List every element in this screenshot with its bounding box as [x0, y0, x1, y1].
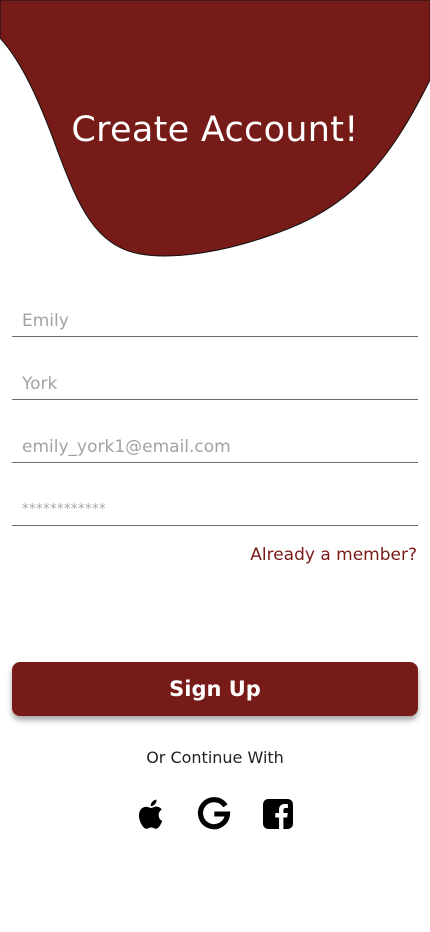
- email-field: [12, 431, 418, 463]
- password-field: [12, 494, 418, 526]
- first-name-field: [12, 305, 418, 337]
- facebook-login-button[interactable]: [260, 796, 296, 832]
- page-title: Create Account!: [71, 110, 359, 150]
- facebook-icon: [263, 799, 293, 829]
- password-input[interactable]: [12, 494, 418, 525]
- email-input[interactable]: [12, 431, 418, 462]
- continue-with-label: Or Continue With: [146, 748, 284, 767]
- apple-icon: [138, 799, 163, 829]
- already-member-link[interactable]: Already a member?: [250, 545, 417, 565]
- google-login-button[interactable]: [196, 796, 232, 832]
- last-name-field: [12, 368, 418, 400]
- last-name-input[interactable]: [12, 368, 418, 399]
- apple-login-button[interactable]: [134, 796, 170, 832]
- google-icon: [198, 797, 231, 830]
- sign-up-button[interactable]: Sign Up: [12, 662, 418, 716]
- first-name-input[interactable]: [12, 305, 418, 336]
